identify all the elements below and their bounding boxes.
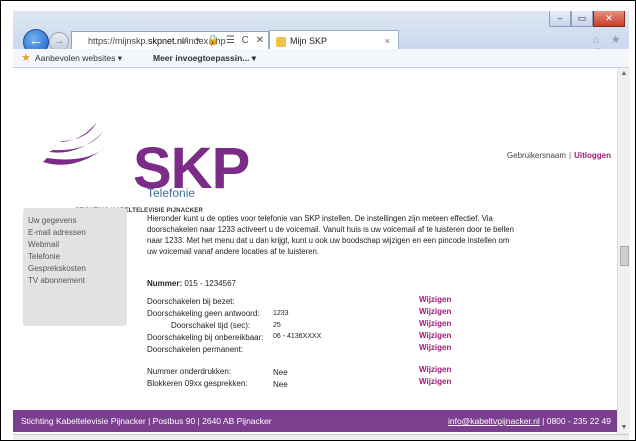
wijzigen-button-geen-antwoord[interactable]: Wijzigen (419, 307, 451, 316)
number-value: 015 - 1234567 (184, 279, 236, 288)
favorites-item-aanbevolen[interactable]: Aanbevolen websites ▾ (35, 49, 122, 67)
user-separator: | (569, 151, 572, 160)
page-viewport: SKP STICHTING KABELTELEVISIE PIJNACKER G… (13, 68, 617, 434)
setting-value-geen-antwoord: 1233 (273, 310, 289, 317)
tab-close-icon[interactable]: × (385, 31, 390, 51)
address-bar-icons[interactable]: ⌕ ▾ 🔒 ☰ C ✕ (183, 32, 266, 50)
favorites-star-icon[interactable]: ★ (21, 49, 31, 67)
sidebar-item-tv-abonnement[interactable]: TV abonnement (28, 276, 85, 285)
sidebar-item-gesprekskosten[interactable]: Gesprekskosten (28, 264, 86, 273)
tab-mijn-skp[interactable]: Mijn SKP × (269, 30, 399, 51)
tab-title: Mijn SKP (290, 36, 328, 46)
horizontal-scrollbar[interactable] (13, 434, 629, 440)
username-label: Gebruikersnaam (506, 151, 567, 160)
scroll-up-icon[interactable]: ▲ (618, 68, 630, 80)
sidebar-menu: Uw gegevens E-mail adressen Webmail Tele… (23, 208, 127, 326)
skp-logo: SKP STICHTING KABELTELEVISIE PIJNACKER (35, 106, 250, 214)
url-prefix: https://mijnskp. (88, 36, 149, 46)
setting-label-bezet: Doorschakelen bij bezet: (147, 297, 235, 306)
setting-label-onbereikbaar: Doorschakeling bij onbereikbaar: (147, 333, 264, 342)
url-domain: skpnet.nl (148, 36, 185, 46)
footer-address: Stichting Kabeltelevisie Pijnacker | Pos… (21, 416, 272, 426)
setting-label-tijd: Doorschakel tijd (sec): (171, 321, 251, 330)
logo-swoosh-icon (43, 122, 107, 165)
setting-label-permanent: Doorschakelen permanent: (147, 345, 244, 354)
setting-label-geen-antwoord: Doorschakeling geen antwoord: (147, 309, 260, 318)
scroll-down-icon[interactable]: ▼ (618, 422, 630, 434)
number-label: Nummer: (147, 279, 183, 288)
setting-value-tijd: 25 (273, 322, 281, 329)
wijzigen-button-onbereikbaar[interactable]: Wijzigen (419, 331, 451, 340)
logout-link[interactable]: Uitloggen (574, 151, 611, 160)
browser-window: – ▭ ✕ ← → https://mijnskp.skpnet.nl/inde… (0, 0, 636, 441)
page-title: Telefonie (147, 186, 196, 200)
footer-phone: | 0800 - 235 22 49 (542, 416, 611, 426)
maximize-button[interactable]: ▭ (571, 11, 593, 27)
sidebar-item-webmail[interactable]: Webmail (28, 240, 59, 249)
scroll-thumb[interactable] (620, 246, 629, 266)
address-bar[interactable]: https://mijnskp.skpnet.nl/index.php ⌕ ▾ … (71, 31, 269, 51)
footer: Stichting Kabeltelevisie Pijnacker | Pos… (13, 410, 617, 432)
wijzigen-button-bezet[interactable]: Wijzigen (419, 295, 451, 304)
back-arrow-icon: ← (28, 32, 44, 49)
intro-text: Hieronder kunt u de opties voor telefoni… (147, 214, 514, 256)
favicon-icon (276, 36, 286, 47)
setting-value-onbereikbaar: 06 - 4136XXXX (273, 333, 322, 340)
footer-email-link[interactable]: info@kabeltvpijnacker.nl (448, 416, 540, 426)
window-controls: – ▭ ✕ (549, 11, 625, 27)
wijzigen-button-tijd[interactable]: Wijzigen (419, 319, 451, 328)
favorites-item-invoegtoepassingen[interactable]: Meer invoegtoepassin... ▾ (153, 49, 256, 67)
close-button[interactable]: ✕ (593, 11, 625, 27)
sidebar-item-email-adressen[interactable]: E-mail adressen (28, 228, 86, 237)
wijzigen-button-permanent[interactable]: Wijzigen (419, 343, 451, 352)
vertical-scrollbar[interactable]: ▲ ▼ (617, 68, 630, 434)
wijzigen-button-blokkeren[interactable]: Wijzigen (419, 377, 451, 386)
setting-value-blokkeren: Nee (273, 380, 288, 389)
phone-number: Nummer: 015 - 1234567 (147, 279, 236, 288)
wijzigen-button-onderdrukken[interactable]: Wijzigen (419, 365, 451, 374)
setting-label-onderdrukken: Nummer onderdrukken: (147, 367, 232, 376)
setting-value-onderdrukken: Nee (273, 368, 288, 377)
sidebar-item-uw-gegevens[interactable]: Uw gegevens (28, 216, 76, 225)
sidebar-item-telefonie[interactable]: Telefonie (28, 252, 60, 261)
favorites-bar: ★ Aanbevolen websites ▾ Meer invoegtoepa… (13, 49, 629, 68)
minimize-button[interactable]: – (549, 11, 571, 27)
user-bar: Gebruikersnaam | Uitloggen (507, 151, 611, 160)
forward-arrow-icon: → (53, 35, 65, 47)
setting-label-blokkeren: Blokkeren 09xx gesprekken: (147, 379, 248, 388)
footer-contact: info@kabeltvpijnacker.nl | 0800 - 235 22… (448, 410, 611, 432)
